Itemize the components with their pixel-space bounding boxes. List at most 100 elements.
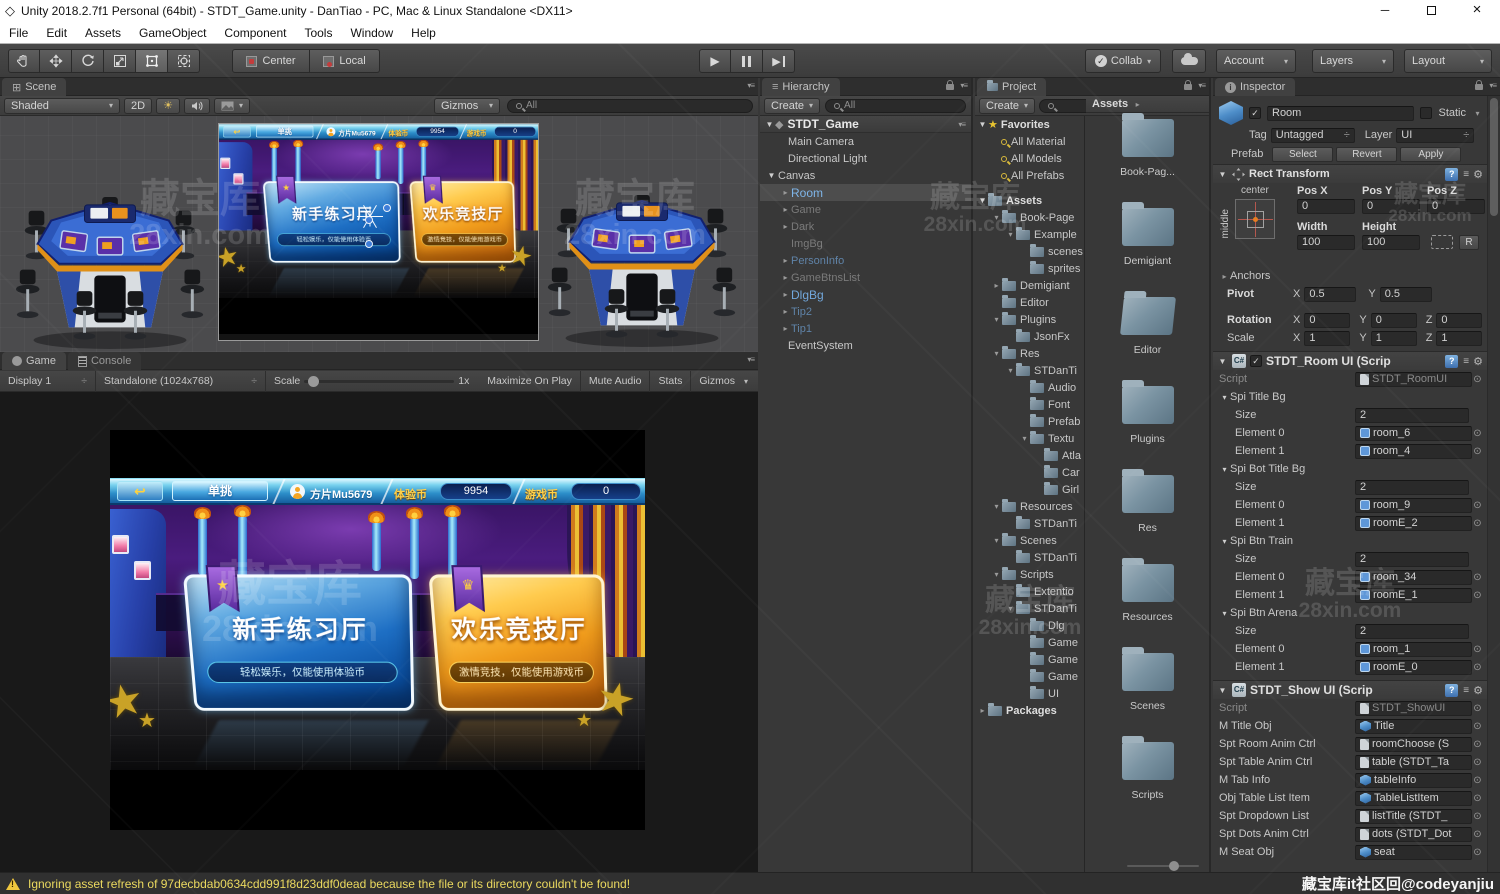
shading-mode-dropdown[interactable]: Shaded ▾ (4, 98, 120, 114)
project-tree-item[interactable]: JsonFx (975, 328, 1084, 345)
static-dropdown-icon[interactable]: ▾ (1472, 109, 1483, 118)
hierarchy-item[interactable]: ▸PersonInfo (760, 252, 971, 269)
pivot-y-field[interactable]: 0.5 (1380, 287, 1432, 302)
project-tab-menu-icon[interactable]: ▾≡ (1198, 81, 1205, 90)
project-tree-item[interactable]: ▾Example (975, 226, 1084, 243)
asset-folder[interactable]: Demigiant (1086, 202, 1209, 291)
prefab-select-button[interactable]: Select (1272, 147, 1333, 162)
project-tree-item[interactable]: Game (975, 668, 1084, 685)
object-picker-icon[interactable]: ⊙ (1472, 590, 1483, 601)
inspector-tab-menu-icon[interactable]: ▾≡ (1489, 81, 1496, 90)
project-tree-item[interactable]: Extentio (975, 583, 1084, 600)
scale-slider-thumb[interactable] (308, 376, 319, 387)
rect-handle[interactable] (365, 216, 373, 224)
project-tree-item[interactable]: ▸Demigiant (975, 277, 1084, 294)
project-tree-item[interactable]: Dlg (975, 617, 1084, 634)
hierarchy-item[interactable]: ▸Tip1 (760, 320, 971, 337)
array-size-field[interactable]: 2 (1355, 480, 1469, 495)
scale-y-field[interactable]: 1 (1371, 331, 1417, 346)
anchors-foldout[interactable]: Anchors (1230, 270, 1270, 282)
project-tree-item[interactable]: STDanTi (975, 515, 1084, 532)
gear-icon[interactable]: ⚙ (1473, 684, 1483, 697)
table-machine-model-right[interactable] (544, 144, 740, 350)
presets-icon[interactable]: ≡ (1463, 356, 1468, 367)
object-field[interactable]: table (STDT_Ta (1355, 755, 1472, 770)
mute-audio-toggle[interactable]: Mute Audio (581, 371, 651, 392)
inspector-scrollbar[interactable] (1487, 96, 1500, 872)
asset-folder[interactable]: Book-Pag... (1086, 113, 1209, 202)
menu-component[interactable]: Component (215, 22, 295, 44)
hand-tool-button[interactable] (8, 49, 40, 73)
sprite-object-field[interactable]: roomE_2 (1355, 516, 1472, 531)
back-button[interactable]: ↩ (117, 481, 163, 501)
mode-button[interactable]: 单挑 (172, 481, 268, 501)
rotation-y-field[interactable]: 0 (1371, 313, 1417, 328)
rotate-tool-button[interactable] (72, 49, 104, 73)
hierarchy-item[interactable]: Directional Light (760, 150, 971, 167)
object-picker-icon[interactable]: ⊙ (1472, 793, 1483, 804)
project-tree-item[interactable]: ▼Assets (975, 192, 1084, 209)
asset-folder[interactable]: Editor (1086, 291, 1209, 380)
array-size-field[interactable]: 2 (1355, 624, 1469, 639)
sprite-object-field[interactable]: roomE_1 (1355, 588, 1472, 603)
width-field[interactable]: 100 (1297, 235, 1355, 250)
layers-dropdown[interactable]: Layers▾ (1312, 49, 1394, 73)
project-tree-item[interactable]: Prefab (975, 413, 1084, 430)
script-field[interactable]: STDT_ShowUI (1355, 701, 1472, 716)
back-button[interactable]: ↩ (223, 125, 250, 137)
project-tree-item[interactable]: ▾STDanTi (975, 362, 1084, 379)
lock-icon[interactable] (946, 84, 954, 90)
project-tree-item[interactable]: ▾Plugins (975, 311, 1084, 328)
object-field[interactable]: tableInfo (1355, 773, 1472, 788)
menu-gameobject[interactable]: GameObject (130, 22, 215, 44)
aspect-dropdown[interactable]: Standalone (1024x768) ÷ (96, 371, 266, 392)
raw-edit-mode-button[interactable]: R (1459, 235, 1479, 250)
script-field[interactable]: STDT_RoomUI (1355, 372, 1472, 387)
scale-control[interactable]: Scale 1x (266, 371, 481, 392)
presets-icon[interactable]: ≡ (1463, 685, 1468, 696)
sprite-object-field[interactable]: room_4 (1355, 444, 1472, 459)
prefab-revert-button[interactable]: Revert (1336, 147, 1397, 162)
foldout-arrow-icon[interactable]: ▼ (764, 120, 775, 129)
project-tree-item[interactable]: Game (975, 651, 1084, 668)
rect-handle[interactable] (365, 240, 373, 248)
object-picker-icon[interactable]: ⊙ (1472, 739, 1483, 750)
project-tree-item[interactable]: All Models (975, 150, 1084, 167)
game-gizmos-dropdown[interactable]: Gizmos ▾ (691, 371, 756, 392)
object-picker-icon[interactable]: ⊙ (1472, 428, 1483, 439)
move-tool-button[interactable] (40, 49, 72, 73)
hierarchy-item[interactable]: ▼Canvas (760, 167, 971, 184)
object-picker-icon[interactable]: ⊙ (1472, 721, 1483, 732)
project-tree-item[interactable]: Font (975, 396, 1084, 413)
project-create-button[interactable]: Create▾ (979, 98, 1035, 114)
object-picker-icon[interactable]: ⊙ (1472, 662, 1483, 673)
show-ui-component-header[interactable]: ▼ C# STDT_Show UI (Scrip ? ≡ ⚙ (1213, 680, 1487, 699)
object-picker-icon[interactable]: ⊙ (1472, 572, 1483, 583)
object-picker-icon[interactable]: ⊙ (1472, 829, 1483, 840)
transform-tool-button[interactable] (168, 49, 200, 73)
arena-hall-button[interactable]: ♛ 欢乐竞技厅 激情竞技，仅能使用游戏币 (409, 181, 516, 262)
pivot-local-button[interactable]: Local (310, 49, 380, 73)
arena-hall-button[interactable]: ♛ 欢乐竞技厅 激情竞技，仅能使用游戏币 (428, 574, 607, 710)
array-size-field[interactable]: 2 (1355, 408, 1469, 423)
ui-canvas-preview[interactable]: ↩ 单挑 方片Mu5679 体验币 9954 游戏币 0 (218, 123, 539, 341)
sprite-object-field[interactable]: room_1 (1355, 642, 1472, 657)
tag-dropdown[interactable]: Untagged÷ (1271, 128, 1355, 143)
project-tree-item[interactable]: Game (975, 634, 1084, 651)
hierarchy-item[interactable]: ▸GameBtnsList (760, 269, 971, 286)
rect-tool-button[interactable] (136, 49, 168, 73)
active-checkbox[interactable]: ✓ (1249, 107, 1261, 119)
project-tree-item[interactable]: UI (975, 685, 1084, 702)
object-field[interactable]: roomChoose (S (1355, 737, 1472, 752)
help-icon[interactable]: ? (1445, 168, 1458, 181)
object-field[interactable]: listTitle (STDT_ (1355, 809, 1472, 824)
menu-window[interactable]: Window (341, 22, 402, 44)
array-foldout[interactable]: Spi Btn Train (1230, 535, 1293, 547)
project-tree-item[interactable]: ▾Resources (975, 498, 1084, 515)
tab-console[interactable]: Console (68, 352, 141, 370)
array-foldout[interactable]: Spi Bot Title Bg (1230, 463, 1305, 475)
object-field[interactable]: TableListItem (1355, 791, 1472, 806)
tab-hierarchy[interactable]: ≡ Hierarchy (762, 78, 840, 96)
project-tree-item[interactable]: ▾STDanTi (975, 600, 1084, 617)
menu-file[interactable]: File (0, 22, 37, 44)
